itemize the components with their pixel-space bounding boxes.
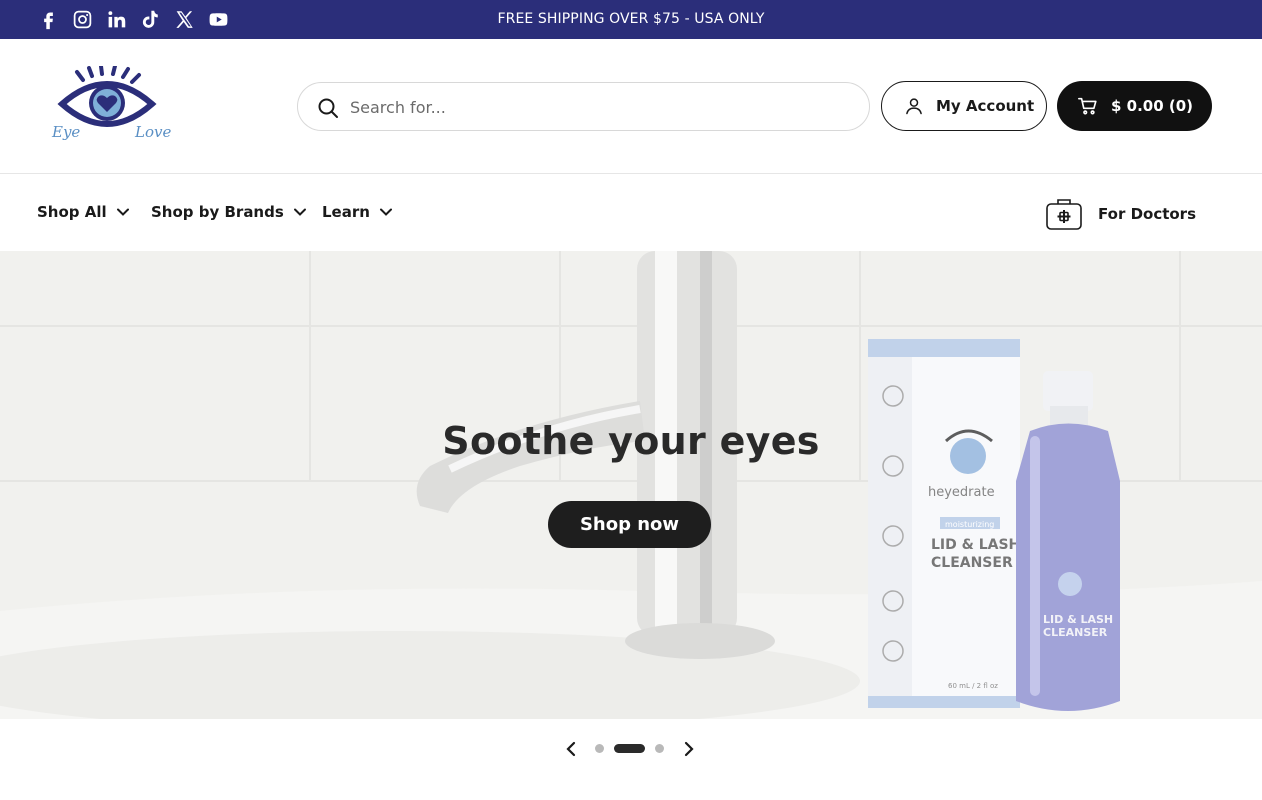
for-doctors-link[interactable]: For Doctors xyxy=(1045,196,1196,232)
cart-button[interactable]: $ 0.00 (0) xyxy=(1057,81,1212,131)
logo-text-left: Eye xyxy=(51,123,80,141)
search-input[interactable] xyxy=(350,91,850,123)
slider-controls xyxy=(0,719,1262,779)
logo-text-right: Love xyxy=(134,123,171,141)
nav-shop-all[interactable]: Shop All xyxy=(37,203,130,221)
nav-shop-by-brands-label: Shop by Brands xyxy=(151,203,284,221)
search-icon xyxy=(318,98,338,118)
cart-icon xyxy=(1078,97,1097,115)
shop-now-button[interactable]: Shop now xyxy=(548,501,711,548)
slider-dot-3[interactable] xyxy=(655,744,664,753)
logo-lashes xyxy=(75,64,141,84)
slider-dot-2[interactable] xyxy=(614,744,645,753)
announcement-bar: FREE SHIPPING OVER $75 - USA ONLY xyxy=(0,0,1262,39)
nav-shop-by-brands[interactable]: Shop by Brands xyxy=(151,203,307,221)
nav-shop-all-label: Shop All xyxy=(37,203,107,221)
chevron-right-icon[interactable] xyxy=(679,739,699,759)
site-header: Eye Love My Account $ 0.00 (0) xyxy=(0,39,1262,174)
logo[interactable]: Eye Love xyxy=(50,64,180,146)
hero-image: heyedrate moisturizing LID & LASH CLEANS… xyxy=(0,251,1262,719)
my-account-button[interactable]: My Account xyxy=(881,81,1047,131)
hero-slide: heyedrate moisturizing LID & LASH CLEANS… xyxy=(0,251,1262,719)
chevron-left-icon[interactable] xyxy=(561,739,581,759)
slider-dot-1[interactable] xyxy=(595,744,604,753)
for-doctors-label: For Doctors xyxy=(1098,205,1197,223)
hero-title: Soothe your eyes xyxy=(442,419,820,463)
main-nav: Shop All Shop by Brands Learn For Doctor… xyxy=(0,175,1262,251)
search-bar[interactable] xyxy=(297,82,870,131)
nav-learn-label: Learn xyxy=(322,203,370,221)
nav-learn[interactable]: Learn xyxy=(322,203,393,221)
chevron-down-icon xyxy=(293,208,306,216)
announcement-text: FREE SHIPPING OVER $75 - USA ONLY xyxy=(497,11,765,27)
cart-total: $ 0.00 (0) xyxy=(1111,97,1194,115)
my-account-label: My Account xyxy=(936,97,1035,115)
chevron-down-icon xyxy=(116,208,129,216)
chevron-down-icon xyxy=(379,208,392,216)
user-icon xyxy=(906,98,922,115)
medical-kit-icon xyxy=(1046,199,1082,230)
